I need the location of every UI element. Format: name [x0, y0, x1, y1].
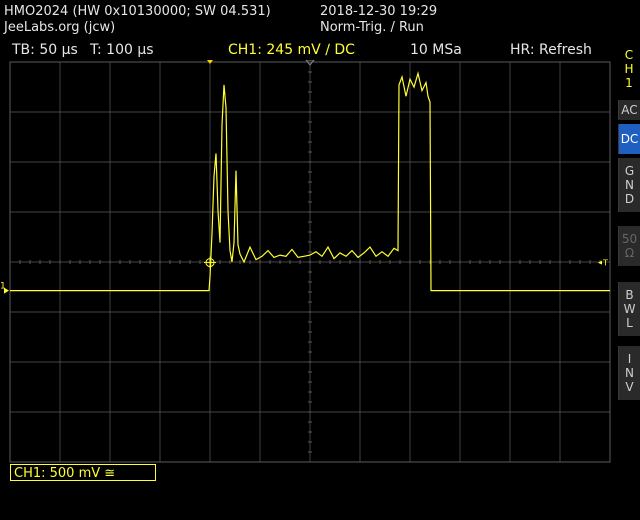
- inv-button[interactable]: I N V: [618, 346, 640, 400]
- trigger-mode: Norm-Trig. / Run: [320, 20, 424, 35]
- datetime: 2018-12-30 19:29: [320, 4, 438, 19]
- dc-coupling-button[interactable]: DC: [618, 124, 640, 154]
- channel-indicator: C H 1: [624, 48, 634, 90]
- trigger-time[interactable]: T: 100 µs: [90, 42, 154, 58]
- device-info: HMO2024 (HW 0x10130000; SW 04.531): [4, 4, 271, 19]
- trigger-level-marker: T: [602, 259, 608, 268]
- sample-rate: 10 MSa: [410, 42, 462, 58]
- owner-info: JeeLabs.org (jcw): [4, 20, 116, 35]
- timebase[interactable]: TB: 50 µs: [12, 42, 78, 58]
- impedance-50-ohm-button[interactable]: 50 Ω: [618, 226, 640, 266]
- graticule: [9, 61, 611, 463]
- bwl-button[interactable]: B W L: [618, 282, 640, 336]
- ac-coupling-button[interactable]: AC: [618, 100, 640, 120]
- ground-arrow-icon: [4, 287, 9, 294]
- markers: 1T: [0, 60, 608, 294]
- waveform-display: 1T: [0, 60, 611, 463]
- ch1-scale-box[interactable]: CH1: 500 mV ≅: [10, 464, 156, 481]
- channel-setting[interactable]: CH1: 245 mV ∕ DC: [228, 42, 355, 58]
- gnd-coupling-button[interactable]: G N D: [618, 158, 640, 212]
- hr-mode[interactable]: HR: Refresh: [510, 42, 592, 58]
- status-bar: TB: 50 µs T: 100 µs CH1: 245 mV ∕ DC 10 …: [0, 40, 616, 60]
